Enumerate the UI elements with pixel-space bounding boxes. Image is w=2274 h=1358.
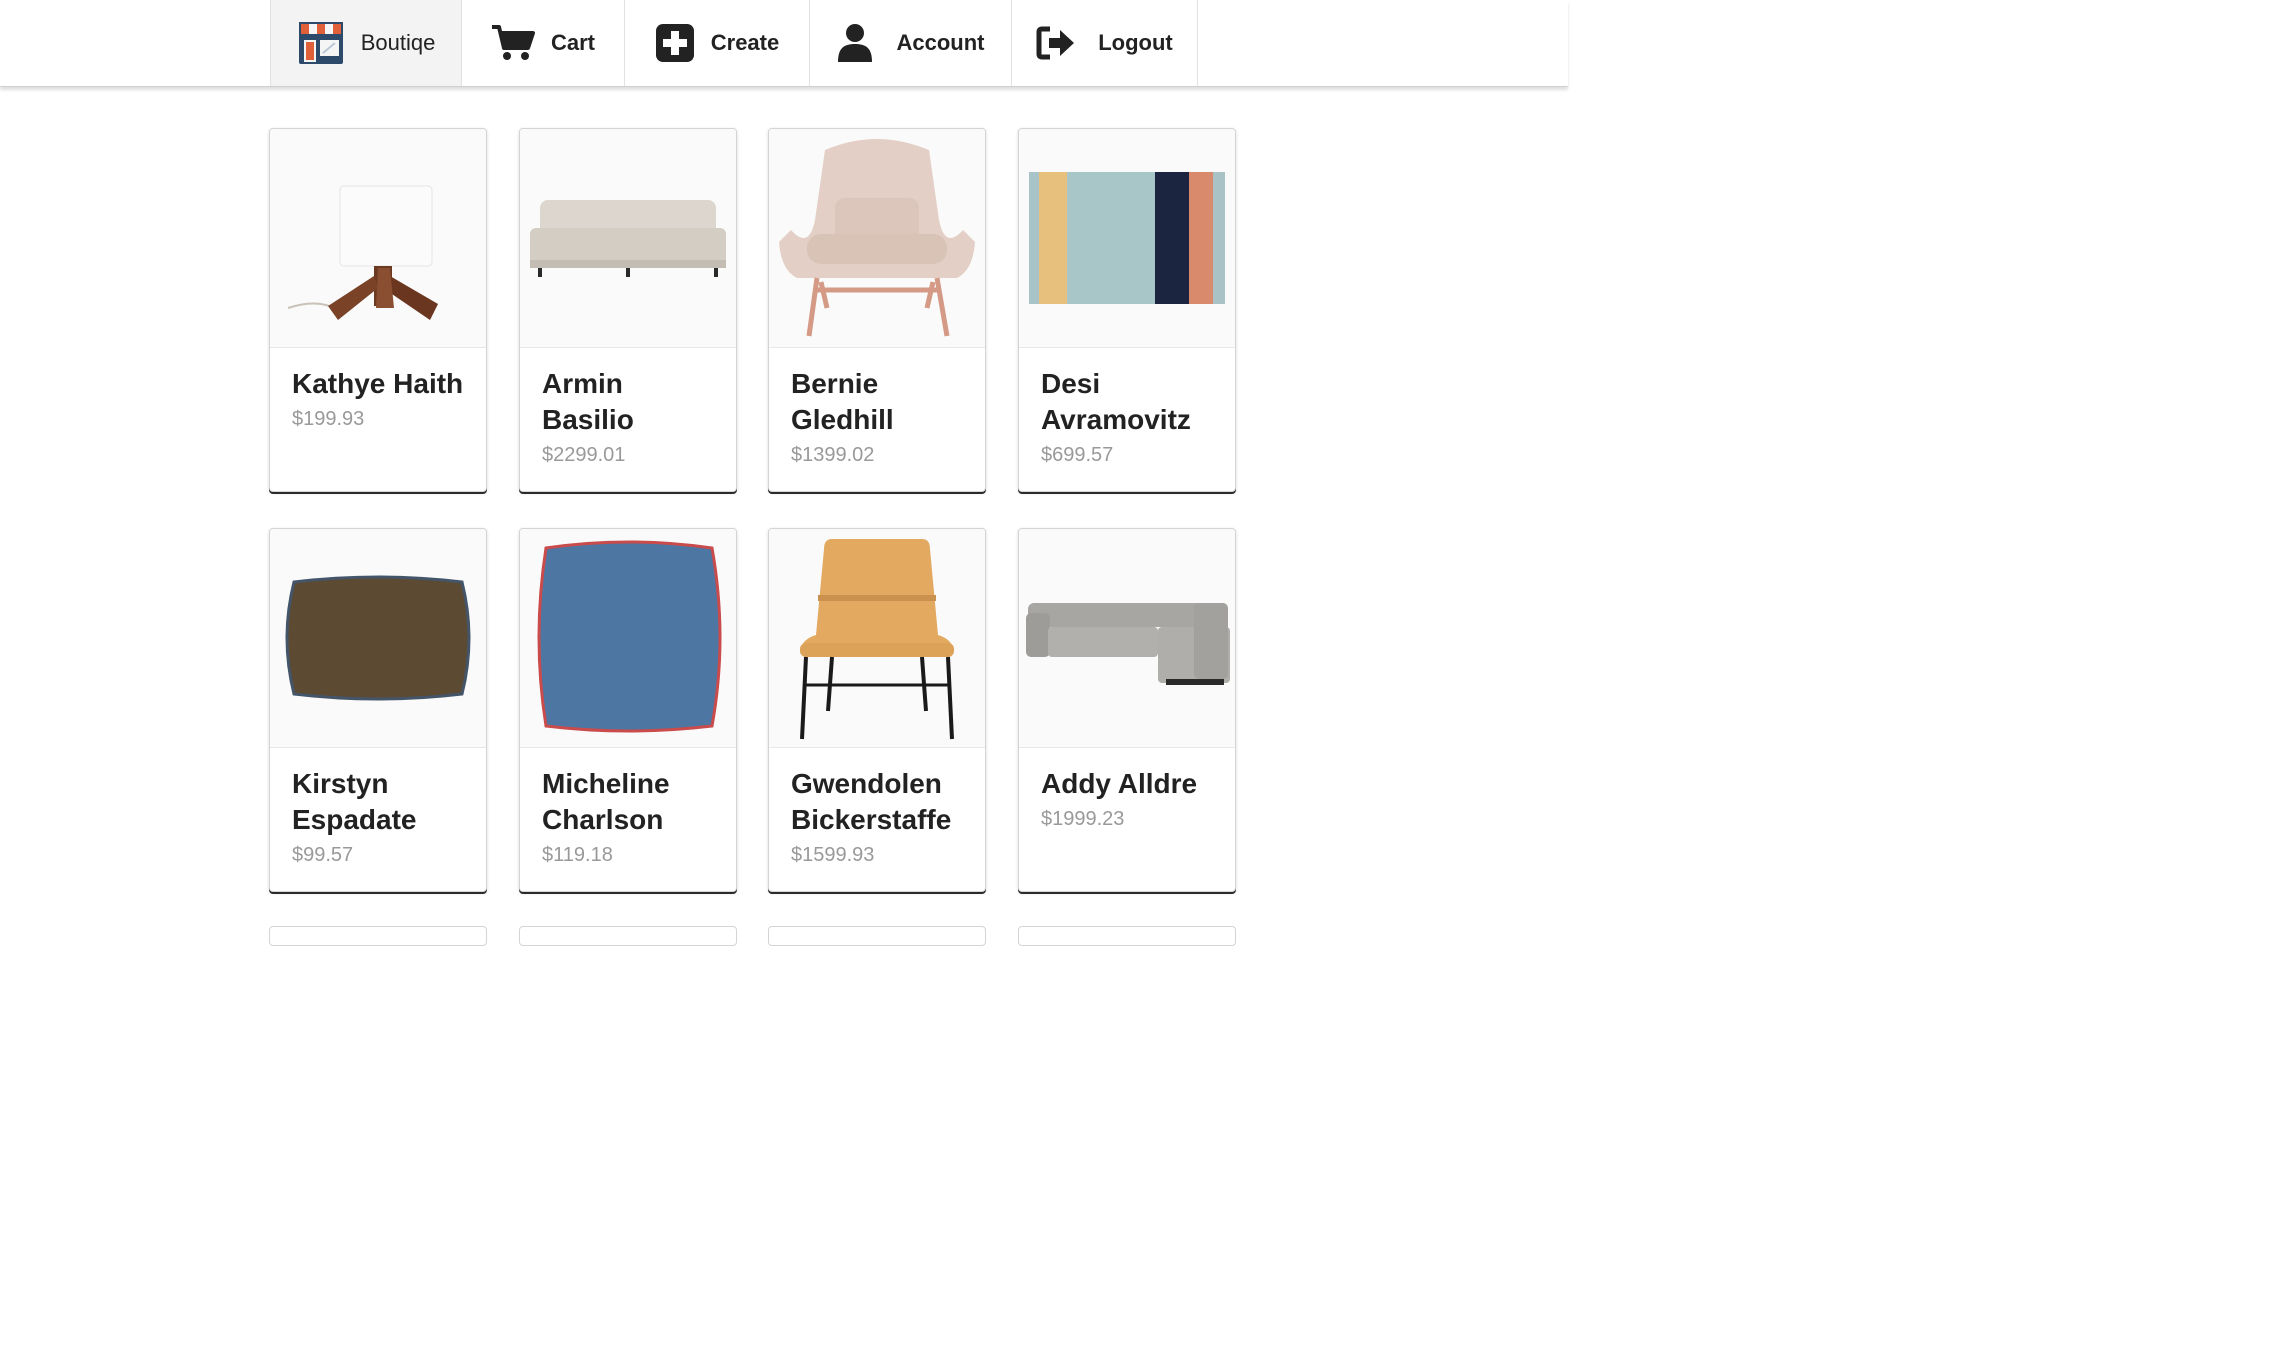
product-name: Armin Basilio — [542, 368, 634, 435]
nav-item-account[interactable]: Account — [809, 0, 1011, 86]
nav-label-account: Account — [896, 30, 985, 55]
product-price: $1599.93 — [791, 844, 875, 866]
product-name: Desi Avramovitz — [1041, 368, 1191, 435]
product-price: $2299.01 — [542, 444, 626, 466]
product-card[interactable]: Desi Avramovitz $699.57 — [1018, 128, 1236, 492]
product-price: $119.18 — [542, 844, 613, 866]
product-price: $1399.02 — [791, 444, 875, 466]
product-image-lumbar-pillow — [270, 529, 486, 748]
plus-square-icon — [655, 23, 695, 63]
product-card[interactable]: Armin Basilio $2299.01 — [519, 128, 737, 492]
product-card[interactable]: Micheline Charlson $119.18 — [519, 528, 737, 892]
product-name: Addy Alldre — [1041, 768, 1198, 799]
product-card[interactable]: Kirstyn Espadate $99.57 — [269, 528, 487, 892]
product-card[interactable]: Gwendolen Bickerstaffe $1599.93 — [768, 528, 986, 892]
product-image-sectional-sofa — [1019, 529, 1235, 748]
product-name: Micheline Charlson — [542, 768, 670, 835]
product-price: $1999.23 — [1041, 808, 1125, 830]
product-price: $699.57 — [1041, 444, 1114, 466]
nav-item-create[interactable]: Create — [624, 0, 809, 86]
cart-icon — [491, 24, 535, 62]
nav-item-logout[interactable]: Logout — [1011, 0, 1198, 86]
nav-label-logout: Logout — [1098, 30, 1173, 55]
product-image-table-lamp — [270, 129, 486, 348]
nav-label-cart: Cart — [550, 30, 595, 55]
product-card[interactable]: Bernie Gledhill $1399.02 — [768, 128, 986, 492]
product-image-lounge-chair — [769, 129, 985, 348]
product-card-partial[interactable] — [1018, 926, 1236, 946]
storefront-icon — [297, 20, 345, 66]
product-image-leather-chair — [769, 529, 985, 748]
top-navbar: Boutiqe Cart Create Account Logout — [0, 0, 1568, 87]
product-name: Gwendolen Bickerstaffe — [791, 768, 952, 835]
sign-out-icon — [1036, 26, 1076, 60]
nav-label-create: Create — [710, 30, 780, 55]
product-price: $99.57 — [292, 844, 354, 866]
nav-item-cart[interactable]: Cart — [461, 0, 624, 86]
product-card-partial[interactable] — [768, 926, 986, 946]
product-image-square-pillow — [520, 529, 736, 748]
nav-item-boutique[interactable]: Boutiqe — [270, 0, 461, 86]
product-name: Kirstyn Espadate — [292, 768, 417, 835]
product-name: Kathye Haith — [292, 368, 464, 399]
product-card-partial[interactable] — [269, 926, 487, 946]
nav-menu: Boutiqe Cart Create Account Logout — [270, 0, 1198, 86]
product-card-partial[interactable] — [519, 926, 737, 946]
nav-label-boutique: Boutiqe — [360, 30, 436, 55]
product-image-striped-rug — [1019, 129, 1235, 348]
product-image-sofa — [520, 129, 736, 348]
product-card[interactable]: Kathye Haith $199.93 — [269, 128, 487, 492]
product-card[interactable]: Addy Alldre $1999.23 — [1018, 528, 1236, 892]
product-name: Bernie Gledhill — [791, 368, 894, 435]
user-icon — [837, 23, 873, 63]
product-price: $199.93 — [292, 408, 365, 430]
